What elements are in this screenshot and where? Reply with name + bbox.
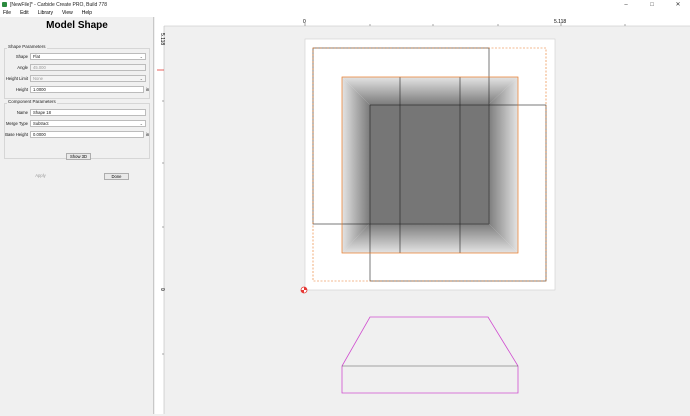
shape-parameters-label: Shape Parameters <box>7 44 47 49</box>
app-icon <box>2 2 7 7</box>
top-ruler-end: 5.118 <box>554 19 566 25</box>
angle-input[interactable]: 45.000 <box>30 64 146 71</box>
angle-label: Angle <box>17 65 28 70</box>
name-label: Name <box>16 110 28 115</box>
pocket-top-wall <box>342 77 518 105</box>
pocket-floor <box>370 105 488 223</box>
shape-select[interactable]: Flat ⌄ <box>30 53 146 60</box>
left-ruler-zero: 0 <box>159 288 165 291</box>
merge-type-label: Merge Type <box>5 121 28 126</box>
profile-outline <box>341 316 519 394</box>
left-ruler[interactable] <box>155 17 164 414</box>
pocket-right-wall <box>488 77 518 253</box>
menu-view[interactable]: View <box>62 10 73 16</box>
menu-edit[interactable]: Edit <box>20 10 29 16</box>
base-height-unit: in <box>146 132 150 137</box>
base-height-input[interactable]: 0.0000 <box>30 131 144 138</box>
left-ruler-top: 5.118 <box>159 33 165 45</box>
shape-label: Shape <box>15 54 28 59</box>
top-ruler[interactable] <box>155 17 690 26</box>
shape-select-value: Flat <box>33 54 40 59</box>
menu-library[interactable]: Library <box>38 10 53 16</box>
apply-button[interactable]: Apply <box>28 173 53 180</box>
canvas-svg: 0 5.118 5.118 0 <box>155 17 690 414</box>
height-limit-label: Height Limit <box>5 76 28 81</box>
close-button[interactable]: ✕ <box>666 0 690 9</box>
merge-type-value: Subtract <box>33 121 49 126</box>
maximize-button[interactable]: □ <box>640 0 664 9</box>
top-ruler-zero: 0 <box>303 19 306 25</box>
menu-bar: File Edit Library View Help <box>0 9 690 17</box>
design-canvas[interactable]: 0 5.118 5.118 0 <box>155 17 690 414</box>
done-button[interactable]: Done <box>104 173 129 180</box>
menu-help[interactable]: Help <box>82 10 92 16</box>
chevron-down-icon: ⌄ <box>139 76 143 81</box>
name-input[interactable]: Shape 18 <box>30 109 146 116</box>
merge-type-select[interactable]: Subtract ⌄ <box>30 120 146 127</box>
height-label: Height <box>15 87 28 92</box>
component-parameters-label: Component Parameters <box>7 99 57 104</box>
panel-title: Model Shape <box>46 20 108 31</box>
title-bar: [NewFile]* - Carbide Create PRO, Build 7… <box>0 0 690 9</box>
chevron-down-icon: ⌄ <box>139 121 143 126</box>
chevron-down-icon: ⌄ <box>139 54 143 59</box>
window-title: [NewFile]* - Carbide Create PRO, Build 7… <box>10 1 107 8</box>
menu-file[interactable]: File <box>3 10 11 16</box>
height-limit-select[interactable]: None ⌄ <box>30 75 146 82</box>
model-shape-panel: Model Shape Shape Parameters Shape Flat … <box>0 17 154 414</box>
pocket-left-wall <box>342 77 370 253</box>
height-unit: in <box>146 87 150 92</box>
minimize-button[interactable]: – <box>614 0 638 9</box>
base-height-label: Base Height <box>5 132 28 137</box>
height-limit-value: None <box>33 76 44 81</box>
show-3d-button[interactable]: Show 3D <box>66 153 91 160</box>
height-input[interactable]: 1.0000 <box>30 86 144 93</box>
pocket-bottom-wall <box>342 223 518 253</box>
